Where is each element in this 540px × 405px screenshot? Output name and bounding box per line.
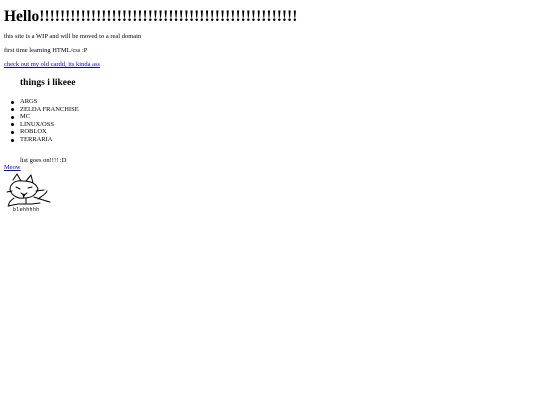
list-item: ROBLOX [11,128,79,136]
old-card-link[interactable]: check out my old cardd, its kinda ass [4,61,100,68]
likes-list: ARGS ZELDA FRANCHISE MC LINUX/OSS ROBLOX… [11,98,79,144]
drawing-caption: blehhhhh [13,207,40,213]
list-item: ARGS [11,98,79,106]
list-item: LINUX/OSS [11,121,79,129]
list-item: ZELDA FRANCHISE [11,105,79,113]
list-item: TERRARIA [11,136,79,144]
meow-link[interactable]: Meow [4,164,21,171]
likes-heading: things i likeee [20,78,76,88]
page-title: Hello!!!!!!!!!!!!!!!!!!!!!!!!!!!!!!!!!!!… [4,8,298,25]
list-item: MC [11,113,79,121]
learning-note: first time learning HTML/css :P [4,47,88,54]
wip-notice: this site is a WIP and will be moved to … [4,33,142,40]
list-footer: list goes on!!!! :D [20,156,67,164]
likes-section: things i likeee [20,78,75,88]
